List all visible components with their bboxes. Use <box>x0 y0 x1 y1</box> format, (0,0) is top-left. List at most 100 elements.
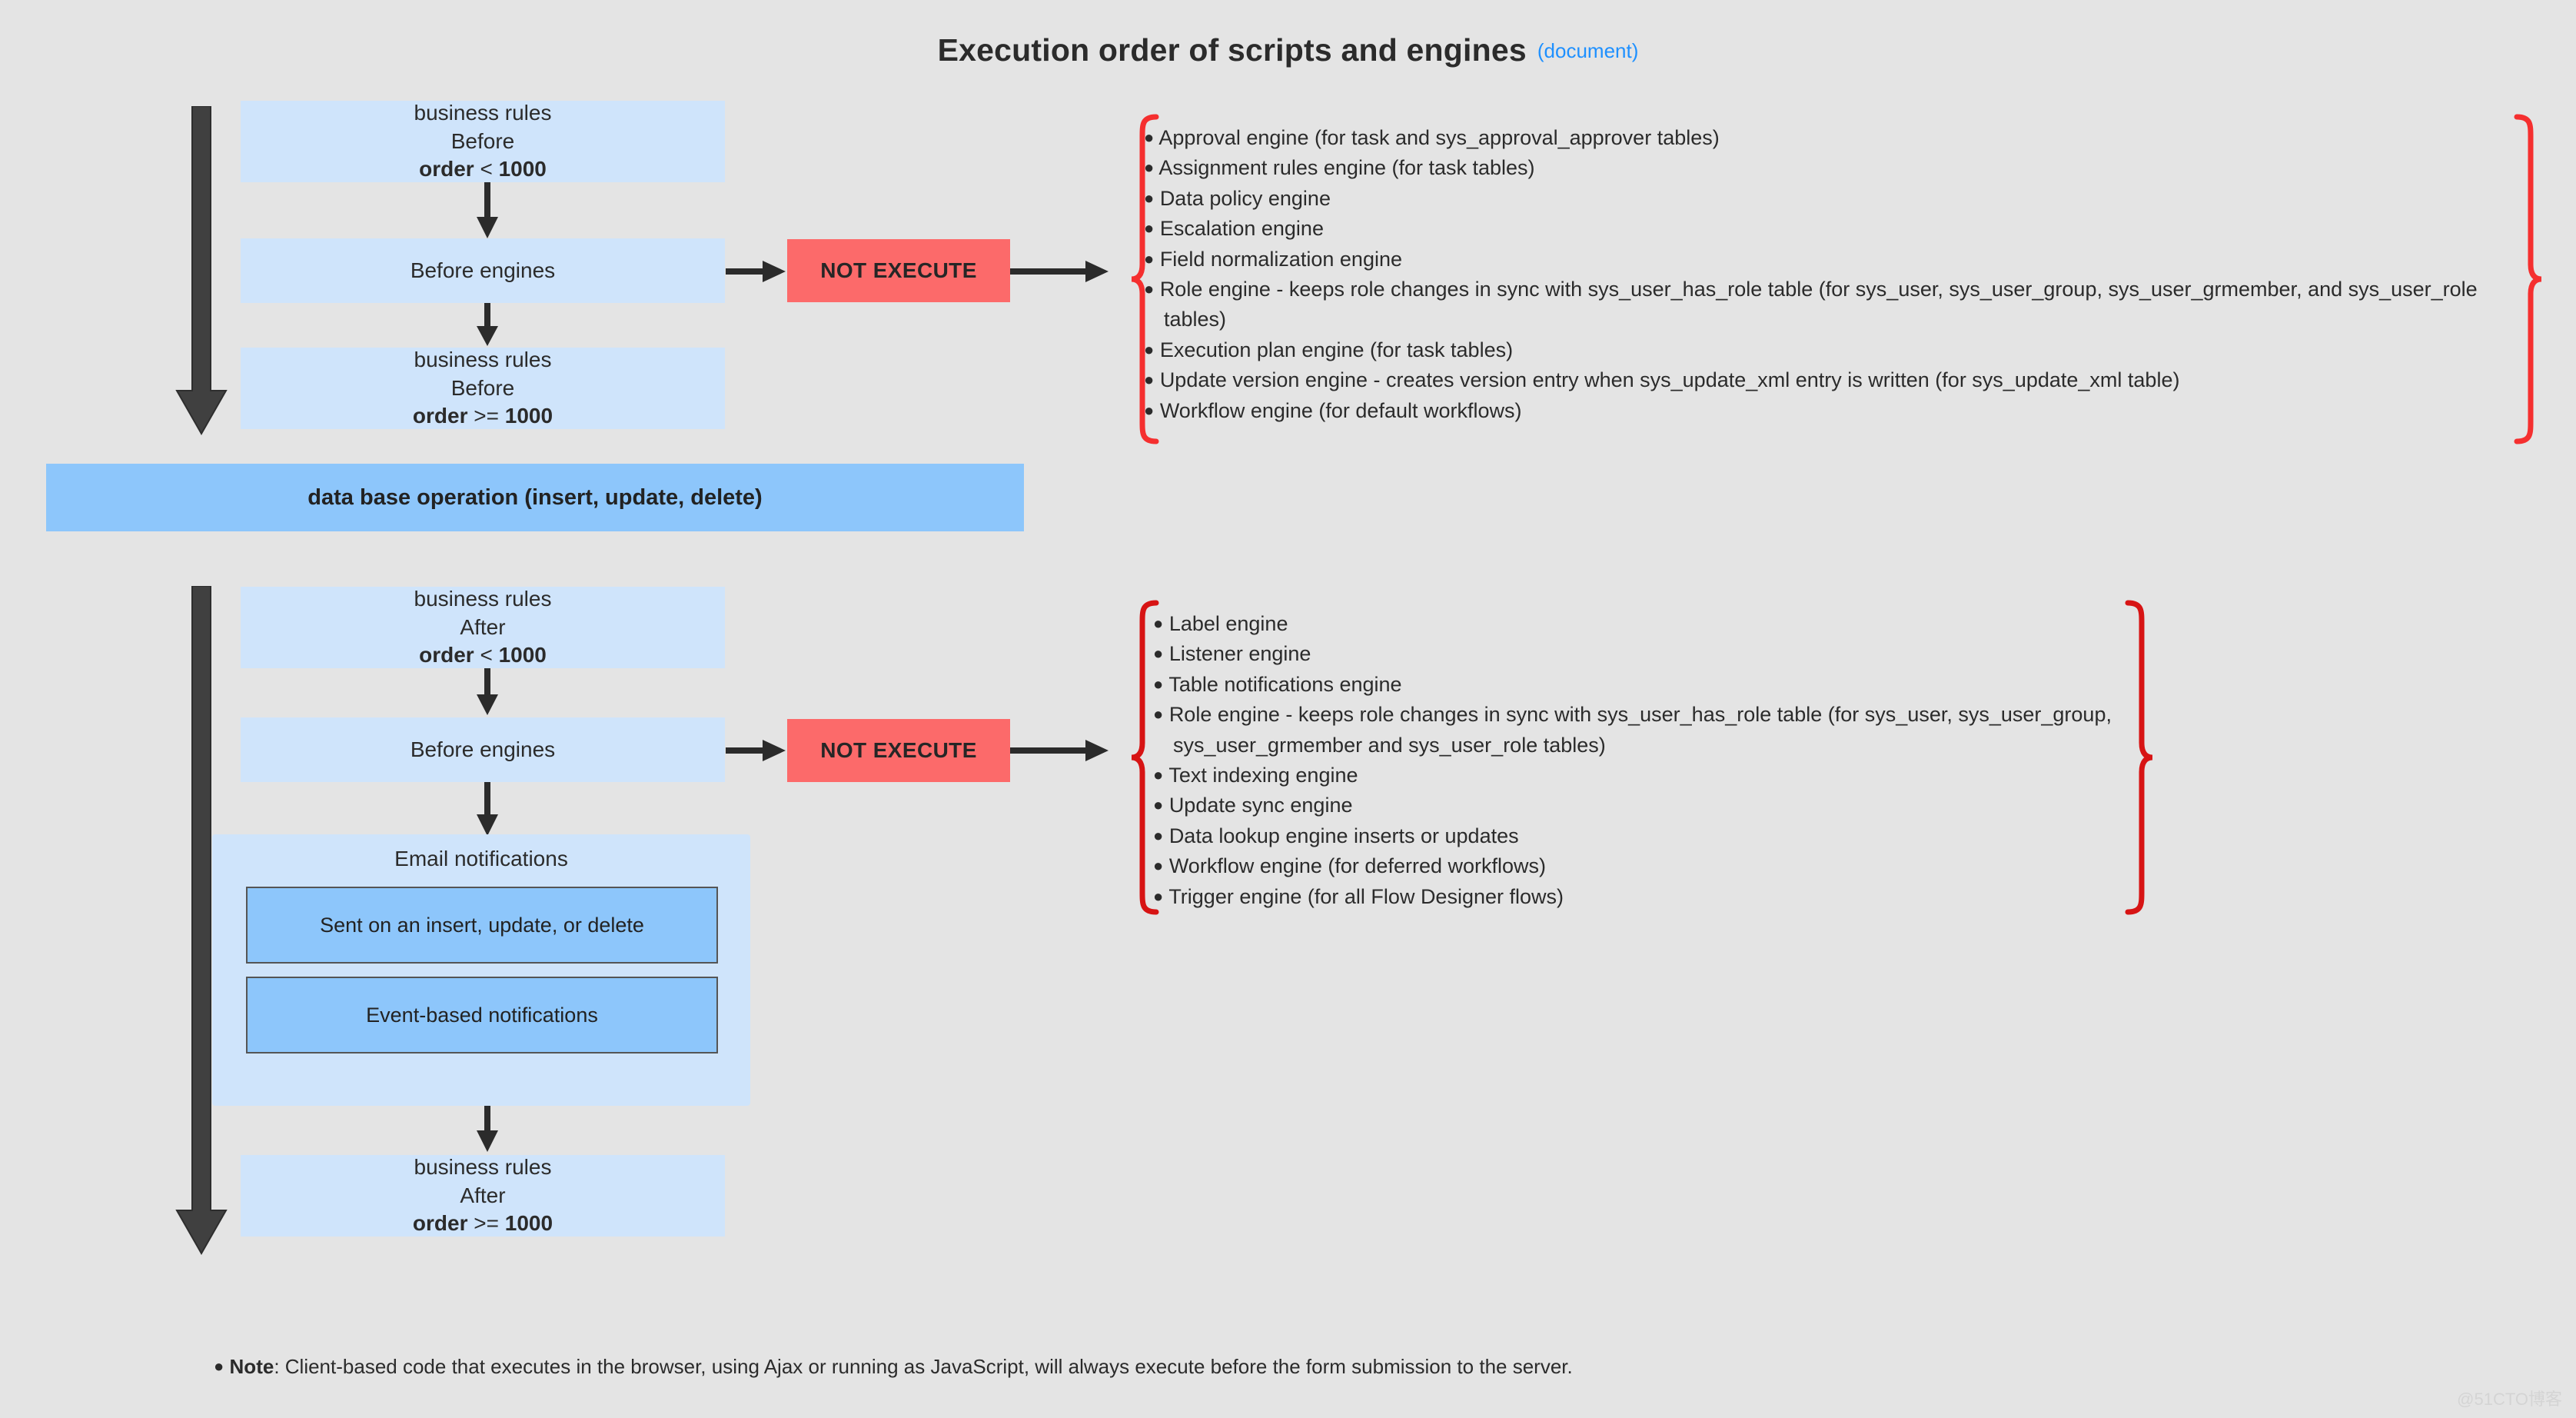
not-execute-box-top: NOT EXECUTE <box>787 239 1010 302</box>
engine-item-text: Execution plan engine (for task tables) <box>1159 338 1514 361</box>
watermark: @51CTO博客 <box>2457 1390 2562 1409</box>
box-line-1: business rules <box>414 348 552 372</box>
arrow-right-to-not-execute-top <box>726 261 786 282</box>
bullet-icon: ● <box>1153 825 1164 845</box>
engines-bottom-list: ● Label engine ● Listener engine ● Table… <box>1153 609 2133 912</box>
box-order-line: order >= 1000 <box>413 402 553 430</box>
bullet-icon: ● <box>1144 158 1155 178</box>
engine-item: ● Update version engine - creates versio… <box>1144 365 2520 395</box>
box-line-1: business rules <box>414 1155 552 1180</box>
engine-item: ● Workflow engine (for deferred workflow… <box>1153 851 2133 881</box>
engine-item-text: Text indexing engine <box>1168 764 1358 787</box>
bullet-icon: ● <box>214 1356 224 1376</box>
notification-box-insert-update-delete: Sent on an insert, update, or delete <box>246 887 718 964</box>
order-comparator: >= <box>474 404 499 428</box>
flow-box-business-rules-before-gte-1000: business rules Before order >= 1000 <box>241 348 725 429</box>
engine-item-text: Role engine - keeps role changes in sync… <box>1168 703 2112 757</box>
engine-item-text: Approval engine (for task and sys_approv… <box>1158 126 1720 149</box>
order-comparator: >= <box>474 1211 499 1236</box>
bullet-icon: ● <box>1144 370 1155 390</box>
engine-item-text: Listener engine <box>1168 642 1311 666</box>
order-value: 1000 <box>498 643 547 667</box>
bullet-icon: ● <box>1144 400 1155 420</box>
note-separator: : <box>274 1355 285 1378</box>
bullet-icon: ● <box>1153 886 1164 906</box>
flow-box-business-rules-after-gte-1000: business rules After order >= 1000 <box>241 1155 725 1237</box>
page-title-text: Execution order of scripts and engines <box>937 32 1527 68</box>
bullet-icon: ● <box>1144 188 1155 208</box>
document-tag: (document) <box>1537 39 1639 62</box>
note-text: Client-based code that executes in the b… <box>284 1355 1573 1378</box>
engine-item: ● Role engine - keeps role changes in sy… <box>1144 275 2520 335</box>
flow-box-business-rules-after-lt-1000: business rules After order < 1000 <box>241 587 725 668</box>
order-label: order <box>412 1211 468 1236</box>
box-order-line: order >= 1000 <box>413 1210 553 1237</box>
box-line-2: After <box>460 1183 506 1207</box>
flow-box-before-engines-bottom: Before engines <box>241 717 725 782</box>
engine-item: ● Execution plan engine (for task tables… <box>1144 335 2520 365</box>
bullet-icon: ● <box>1153 614 1164 633</box>
notification-box-label: Sent on an insert, update, or delete <box>320 913 644 937</box>
engine-item: ● Field normalization engine <box>1144 245 2520 275</box>
engine-item: ● Label engine <box>1153 609 2133 639</box>
notification-box-event-based: Event-based notifications <box>246 977 718 1054</box>
bullet-icon: ● <box>1153 856 1164 876</box>
order-label: order <box>419 643 474 667</box>
database-operation-label: data base operation (insert, update, del… <box>307 484 763 510</box>
not-execute-label: NOT EXECUTE <box>820 738 977 762</box>
order-value: 1000 <box>498 157 547 181</box>
arrow-right-to-not-execute-bottom <box>726 740 786 761</box>
diagram-canvas: Execution order of scripts and engines (d… <box>0 0 2576 1418</box>
bullet-icon: ● <box>1153 795 1164 815</box>
email-notifications-title: Email notifications <box>394 847 568 870</box>
engine-item-text: Trigger engine (for all Flow Designer fl… <box>1168 884 1564 908</box>
not-execute-box-bottom: NOT EXECUTE <box>787 719 1010 782</box>
engine-item: ● Role engine - keeps role changes in sy… <box>1153 700 2133 761</box>
flow-box-business-rules-before-lt-1000: business rules Before order < 1000 <box>241 101 725 182</box>
arrow-down-bottom-2 <box>477 782 498 836</box>
arrow-right-from-not-execute-bottom <box>1010 740 1109 761</box>
arrow-down-bottom-3 <box>477 1106 498 1152</box>
box-line-2: Before <box>450 128 515 153</box>
bullet-icon: ● <box>1144 128 1155 147</box>
bullet-icon: ● <box>1144 218 1155 238</box>
engine-item: ● Escalation engine <box>1144 214 2520 244</box>
box-line-2: Before <box>450 375 515 400</box>
bullet-icon: ● <box>1153 644 1164 664</box>
engine-item-text: Escalation engine <box>1159 217 1324 241</box>
bullet-icon: ● <box>1153 765 1164 785</box>
order-comparator: < <box>480 643 493 667</box>
engine-item-text: Workflow engine (for default workflows) <box>1159 398 1522 422</box>
engine-item-text: Assignment rules engine (for task tables… <box>1158 156 1535 180</box>
engine-item: ● Table notifications engine <box>1153 670 2133 700</box>
engine-item: ● Data lookup engine inserts or updates <box>1153 821 2133 851</box>
engine-item: ● Listener engine <box>1153 639 2133 669</box>
engine-item: ● Workflow engine (for default workflows… <box>1144 396 2520 426</box>
footer-note: ● Note: Client-based code that executes … <box>214 1355 1573 1379</box>
page-title: Execution order of scripts and engines (d… <box>0 32 2576 68</box>
arrow-right-from-not-execute-top <box>1010 261 1109 282</box>
box-order-line: order < 1000 <box>419 641 547 669</box>
engine-item: ● Text indexing engine <box>1153 761 2133 791</box>
bullet-icon: ● <box>1144 248 1155 268</box>
flow-box-before-engines-top: Before engines <box>241 238 725 303</box>
engine-item-text: Update sync engine <box>1168 794 1353 817</box>
engine-item: ● Assignment rules engine (for task tabl… <box>1144 153 2520 183</box>
order-value: 1000 <box>504 1211 553 1236</box>
database-operation-bar: data base operation (insert, update, del… <box>46 464 1024 531</box>
engine-item: ● Update sync engine <box>1153 791 2133 821</box>
engine-item-text: Workflow engine (for deferred workflows) <box>1168 854 1546 878</box>
box-line-1: Before engines <box>410 737 556 761</box>
arrow-down-top-1 <box>477 182 498 238</box>
bullet-icon: ● <box>1153 674 1164 694</box>
box-line-2: After <box>460 614 506 639</box>
engines-top-list: ● Approval engine (for task and sys_appr… <box>1144 123 2520 426</box>
box-order-line: order < 1000 <box>419 155 547 183</box>
note-label: Note <box>229 1355 274 1378</box>
order-label: order <box>412 404 468 428</box>
flow-main-arrow-top <box>175 106 228 436</box>
engine-item-text: Field normalization engine <box>1159 247 1402 271</box>
engine-item-text: Data policy engine <box>1159 186 1331 210</box>
order-value: 1000 <box>504 404 553 428</box>
order-label: order <box>419 157 474 181</box>
